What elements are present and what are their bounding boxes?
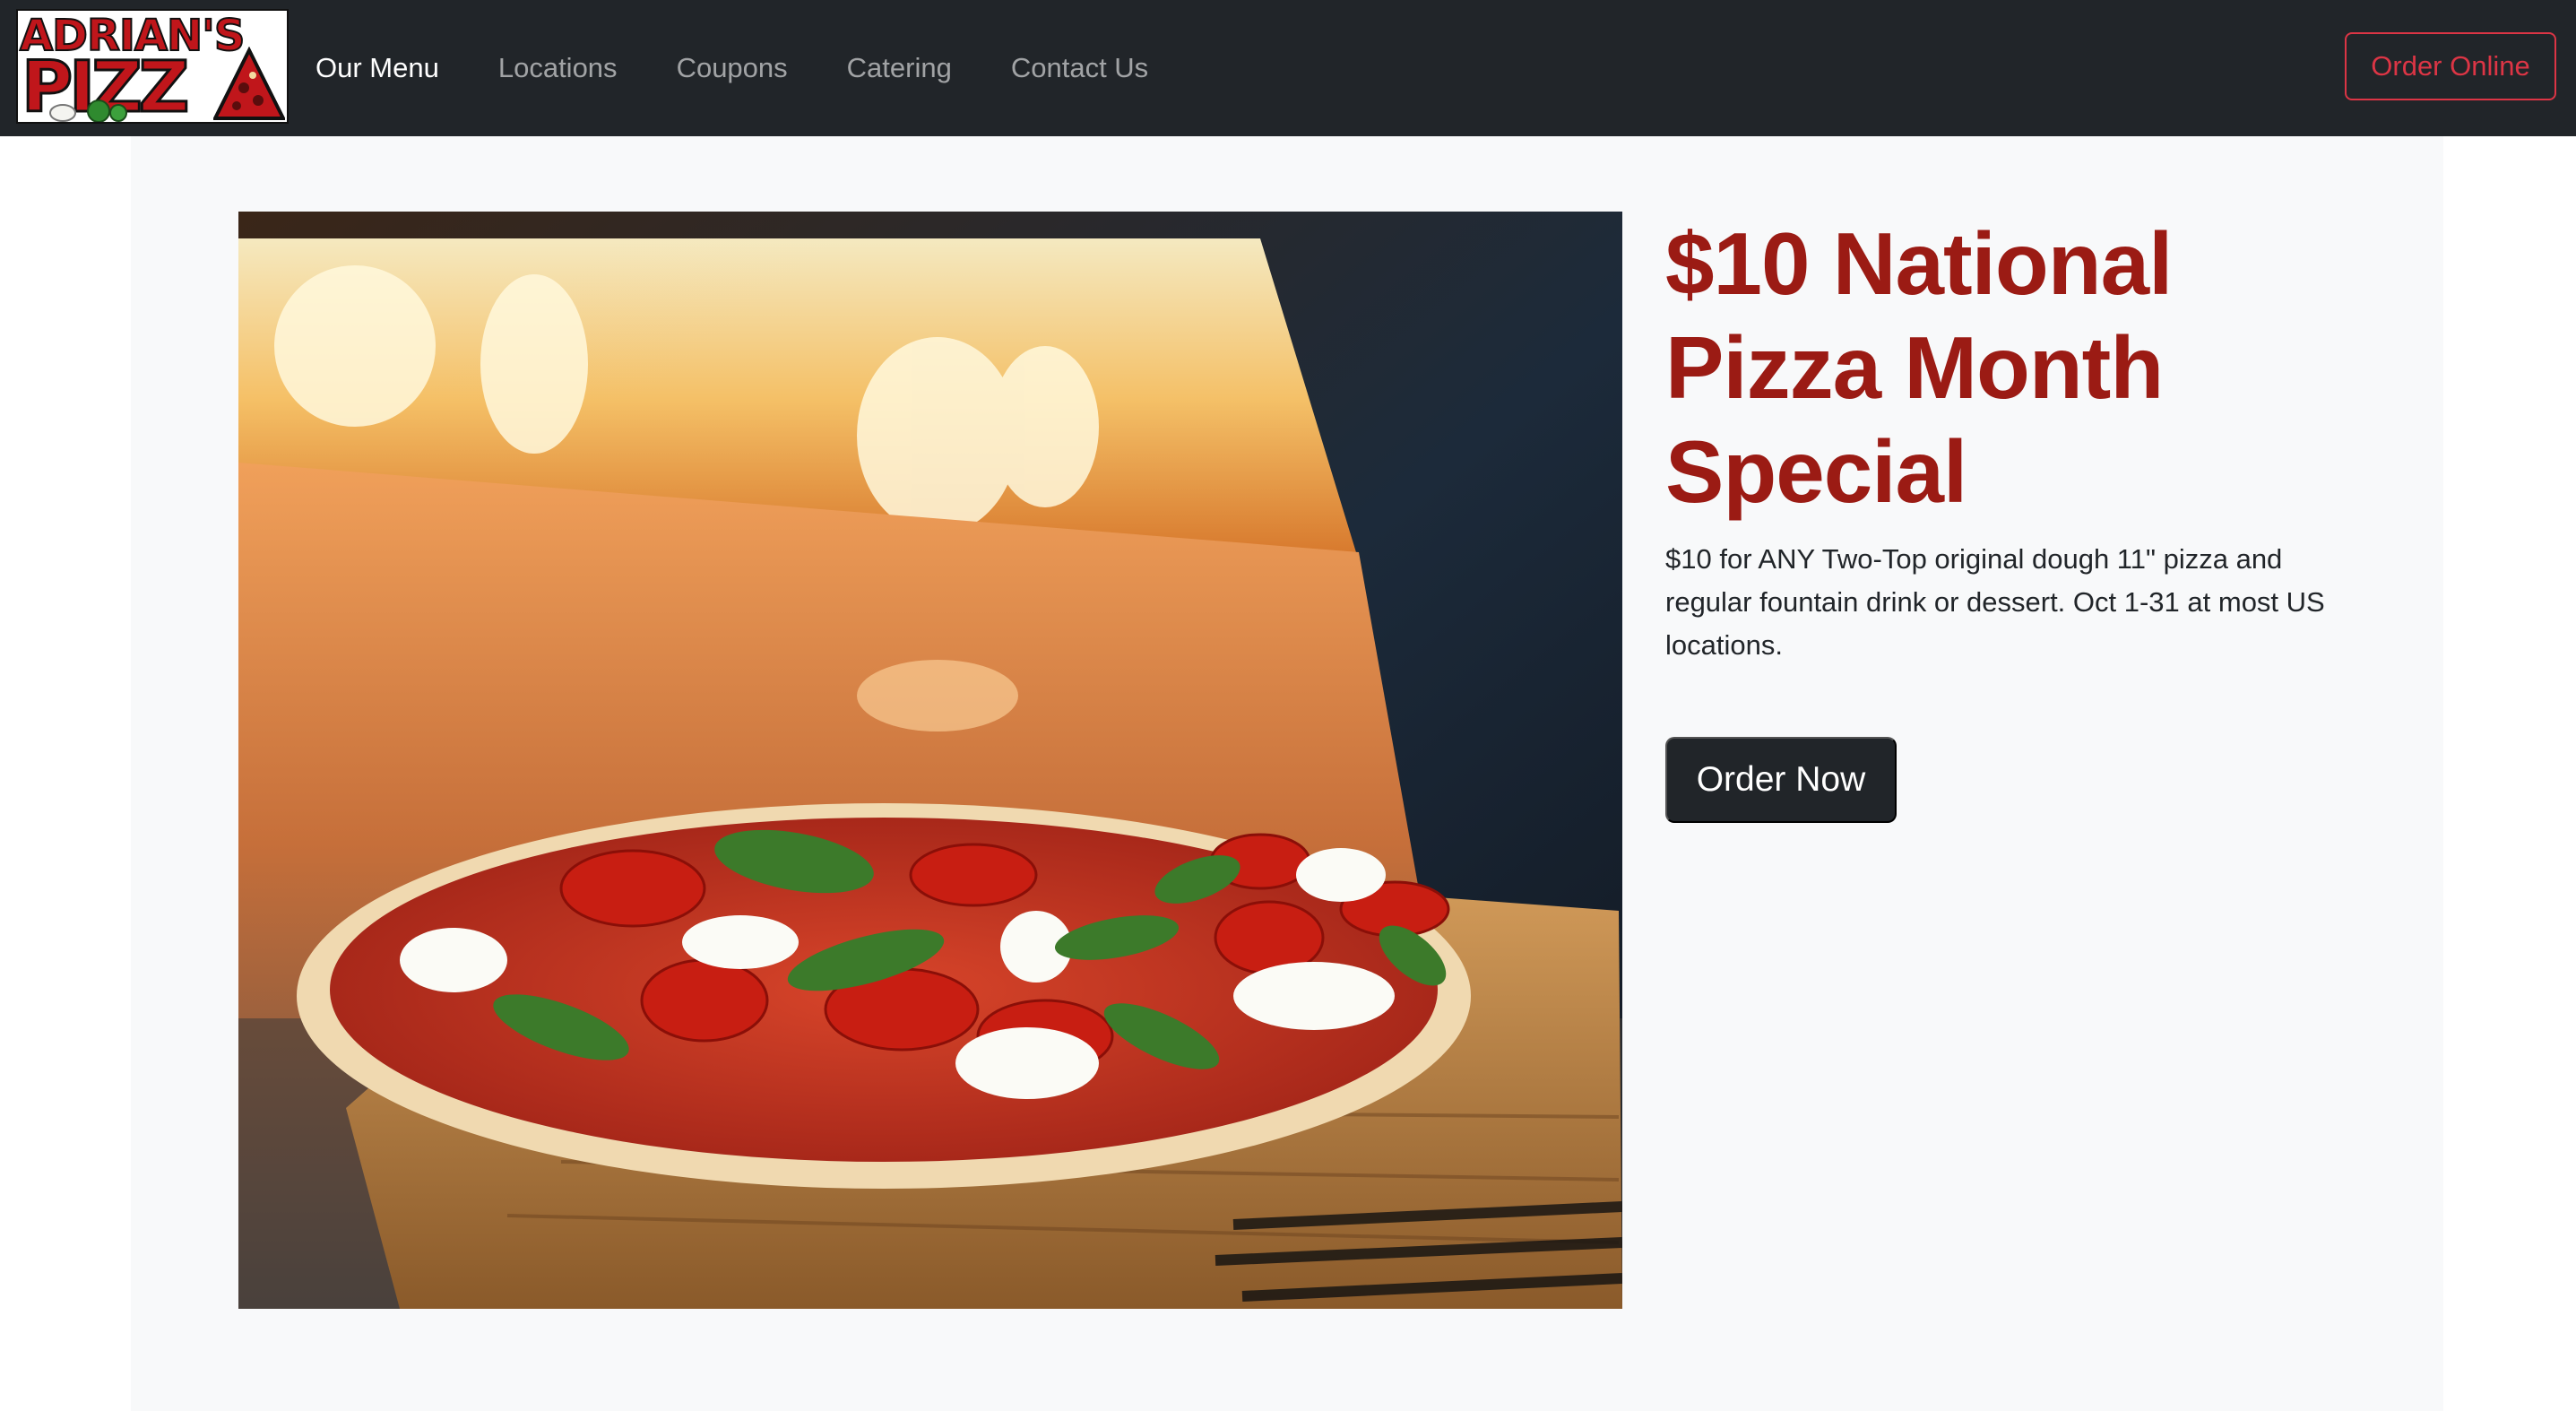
pizza-slice-icon: [213, 47, 285, 120]
brand-logo[interactable]: ADRIAN'S PIZZ: [16, 9, 289, 124]
hero-text: $10 National Pizza Month Special $10 for…: [1665, 212, 2364, 823]
hero-title: $10 National Pizza Month Special: [1665, 214, 2173, 521]
navbar: ADRIAN'S PIZZ Our Menu Locations Coupons…: [0, 0, 2576, 136]
pizza-photo: [238, 212, 1622, 1309]
hero-section: $10 National Pizza Month Special $10 for…: [131, 136, 2443, 1411]
nav-item-our-menu[interactable]: Our Menu: [316, 52, 439, 84]
veggies-icon: [49, 100, 127, 122]
order-now-button[interactable]: Order Now: [1665, 737, 1897, 823]
nav-item-locations[interactable]: Locations: [498, 52, 618, 84]
hero-description: $10 for ANY Two-Top original dough 11" p…: [1665, 543, 2325, 661]
main-nav: Our Menu Locations Coupons Catering Cont…: [316, 0, 1207, 136]
nav-item-contact-us[interactable]: Contact Us: [1011, 52, 1148, 84]
order-online-button[interactable]: Order Online: [2345, 32, 2556, 100]
nav-item-catering[interactable]: Catering: [847, 52, 952, 84]
nav-item-coupons[interactable]: Coupons: [677, 52, 788, 84]
pizza-oven-illustration: [238, 212, 1622, 1309]
